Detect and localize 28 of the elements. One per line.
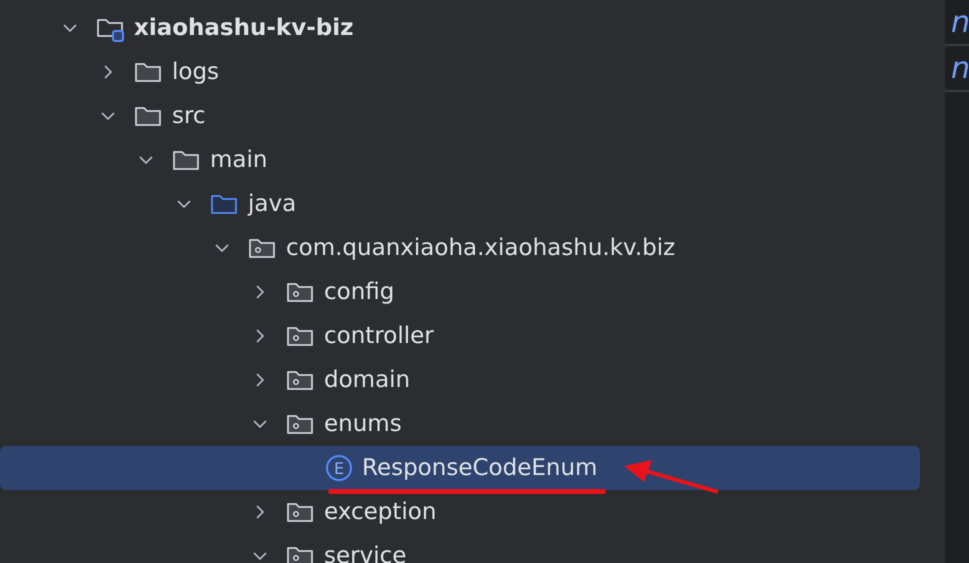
tree-row[interactable]: src [0,94,920,138]
tree-item-label: main [210,147,268,173]
tree-item-label: logs [172,59,220,85]
tree-row[interactable]: exception [0,490,920,534]
tree-row[interactable]: logs [0,50,920,94]
tree-row[interactable]: xiaohashu-kv-biz [0,6,920,50]
tree-item-label: domain [324,367,410,393]
tree-row[interactable]: com.quanxiaoha.xiaohashu.kv.biz [0,226,920,270]
code-text: n [950,50,969,86]
tree-item-label: src [172,103,206,129]
tree-item-label: java [248,191,296,217]
tree-row[interactable]: main [0,138,920,182]
tree-row[interactable]: service [0,534,920,563]
tree-item-label: exception [324,499,436,525]
tree-item-label: xiaohashu-kv-biz [134,15,354,41]
tree-row[interactable]: config [0,270,920,314]
tree-row[interactable]: java [0,182,920,226]
tree-item-label: ResponseCodeEnum [362,455,598,481]
tree-row[interactable]: domain [0,358,920,402]
tree-item-label: com.quanxiaoha.xiaohashu.kv.biz [286,235,676,261]
enum-icon: E [326,455,352,481]
tree-item-label: service [324,543,406,563]
tree-item-label: config [324,279,394,305]
tree-item-label: controller [324,323,434,349]
tree-row[interactable]: controller [0,314,920,358]
tree-row[interactable]: enums [0,402,920,446]
code-text: n [950,4,969,40]
tree-item-label: enums [324,411,402,437]
